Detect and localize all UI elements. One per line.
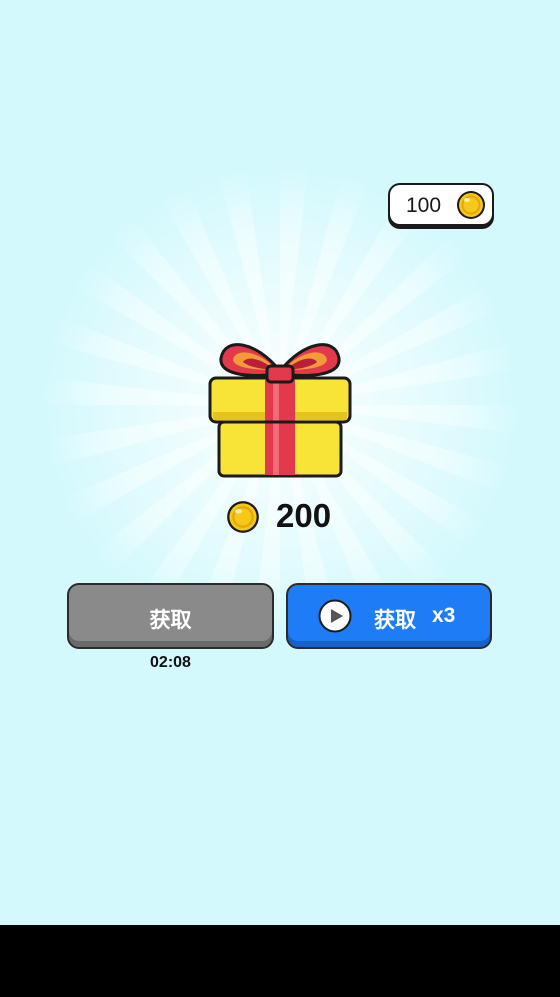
reward-amount: 200: [224, 496, 364, 540]
reward-screen: 100 200 获取 02:08 获取 x3: [0, 0, 560, 925]
coin-balance-counter: 100: [388, 183, 494, 226]
watch-ad-triple-button[interactable]: 获取 x3: [286, 583, 492, 649]
watch-ad-button-label: 获取: [374, 608, 416, 632]
coin-icon: [457, 191, 485, 219]
countdown-timer: 02:08: [150, 654, 191, 671]
system-navigation-bar: [0, 925, 560, 997]
get-button[interactable]: 获取: [67, 583, 274, 649]
play-icon: [318, 599, 352, 633]
reward-amount-value: 200: [276, 497, 332, 534]
reward-multiplier-label: x3: [432, 604, 456, 627]
get-button-label: 获取: [149, 608, 192, 632]
coin-balance-value: 100: [406, 194, 442, 217]
gift-box-icon: [208, 343, 352, 478]
coin-icon: [227, 501, 259, 533]
